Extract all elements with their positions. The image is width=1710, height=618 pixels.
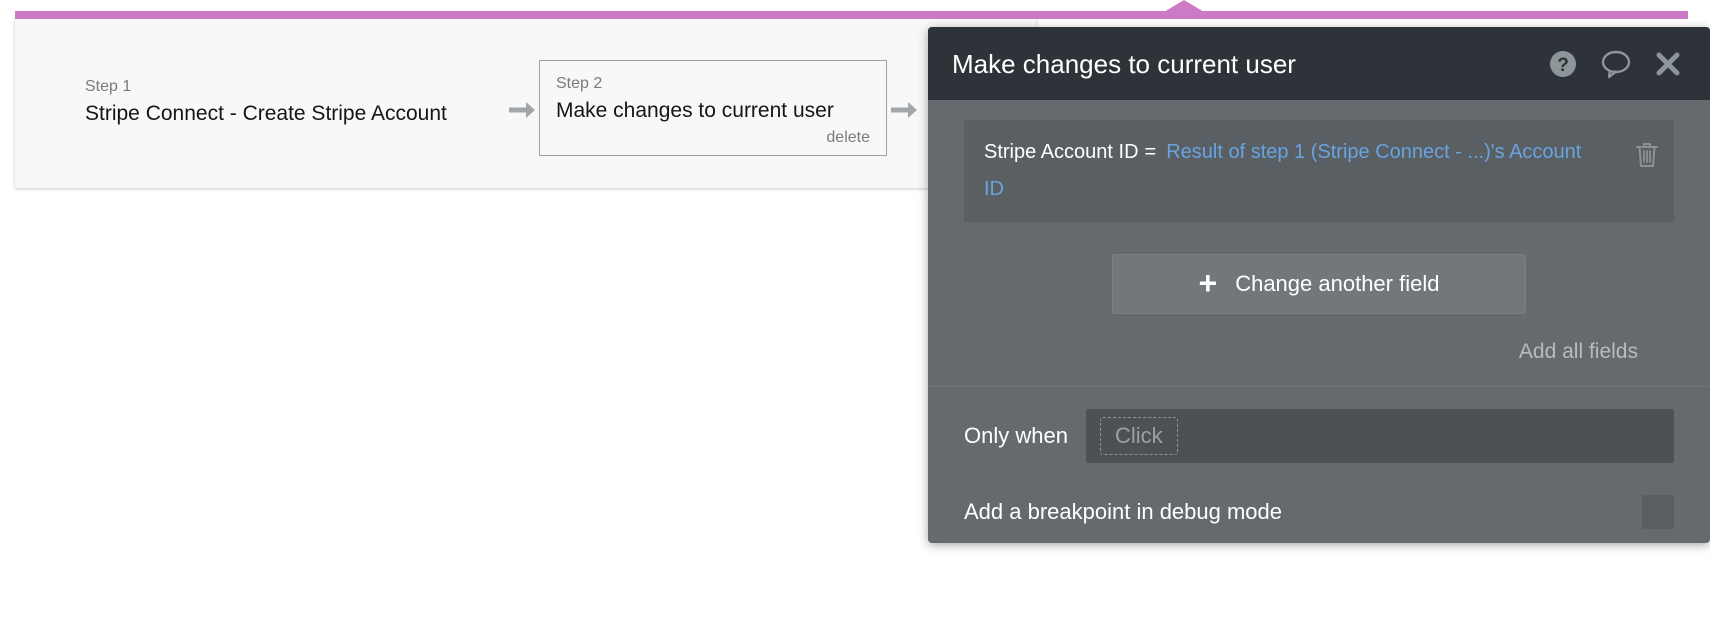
- add-all-fields-link[interactable]: Add all fields: [1519, 340, 1638, 363]
- property-editor-panel: Make changes to current user ?: [928, 27, 1710, 543]
- svg-text:?: ?: [1557, 55, 1569, 76]
- app-root: Step 1 Stripe Connect - Create Stripe Ac…: [0, 0, 1710, 618]
- panel-body: Stripe Account ID=Result of step 1 (Stri…: [928, 100, 1710, 529]
- breakpoint-row: Add a breakpoint in debug mode: [928, 463, 1710, 529]
- only-when-placeholder: Click: [1100, 417, 1178, 455]
- field-row[interactable]: Stripe Account ID=Result of step 1 (Stri…: [964, 120, 1674, 222]
- panel-title: Make changes to current user: [952, 47, 1548, 81]
- field-key: Stripe Account ID: [984, 141, 1139, 163]
- breakpoint-checkbox[interactable]: [1642, 495, 1674, 529]
- add-all-fields-row: Add all fields: [964, 314, 1674, 386]
- change-another-field-button[interactable]: + Change another field: [1112, 254, 1526, 314]
- only-when-label: Only when: [964, 423, 1068, 449]
- breakpoint-label: Add a breakpoint in debug mode: [964, 499, 1642, 525]
- accent-pointer: [1164, 0, 1204, 12]
- arrow-right-icon-2: [887, 60, 921, 160]
- panel-header: Make changes to current user ?: [928, 27, 1710, 100]
- arrow-right-icon: [505, 60, 539, 160]
- only-when-row: Only when Click: [928, 387, 1710, 463]
- change-another-field-wrap: + Change another field: [964, 222, 1674, 314]
- field-operator: =: [1139, 141, 1167, 163]
- workflow-step-1[interactable]: Step 1 Stripe Connect - Create Stripe Ac…: [85, 60, 505, 128]
- plus-icon: +: [1199, 267, 1218, 299]
- field-expression: Stripe Account ID=Result of step 1 (Stri…: [984, 134, 1604, 208]
- trash-icon[interactable]: [1634, 140, 1660, 175]
- step-1-title: Stripe Connect - Create Stripe Account: [85, 100, 505, 128]
- step-2-label: Step 2: [556, 73, 870, 95]
- workflow-card: Step 1 Stripe Connect - Create Stripe Ac…: [15, 16, 1036, 188]
- close-icon[interactable]: [1654, 50, 1682, 78]
- step-1-label: Step 1: [85, 76, 505, 98]
- change-another-field-label: Change another field: [1235, 273, 1439, 295]
- accent-bar: [15, 11, 1688, 19]
- only-when-input[interactable]: Click: [1086, 409, 1674, 463]
- step-2-delete-link[interactable]: delete: [556, 127, 870, 149]
- workflow-step-2[interactable]: Step 2 Make changes to current user dele…: [539, 60, 887, 156]
- comment-icon[interactable]: [1600, 49, 1632, 79]
- panel-header-icons: ?: [1548, 49, 1682, 79]
- workflow-steps: Step 1 Stripe Connect - Create Stripe Ac…: [15, 60, 1036, 160]
- step-2-title: Make changes to current user: [556, 97, 870, 125]
- fields-section: Stripe Account ID=Result of step 1 (Stri…: [928, 100, 1710, 386]
- help-icon[interactable]: ?: [1548, 49, 1578, 79]
